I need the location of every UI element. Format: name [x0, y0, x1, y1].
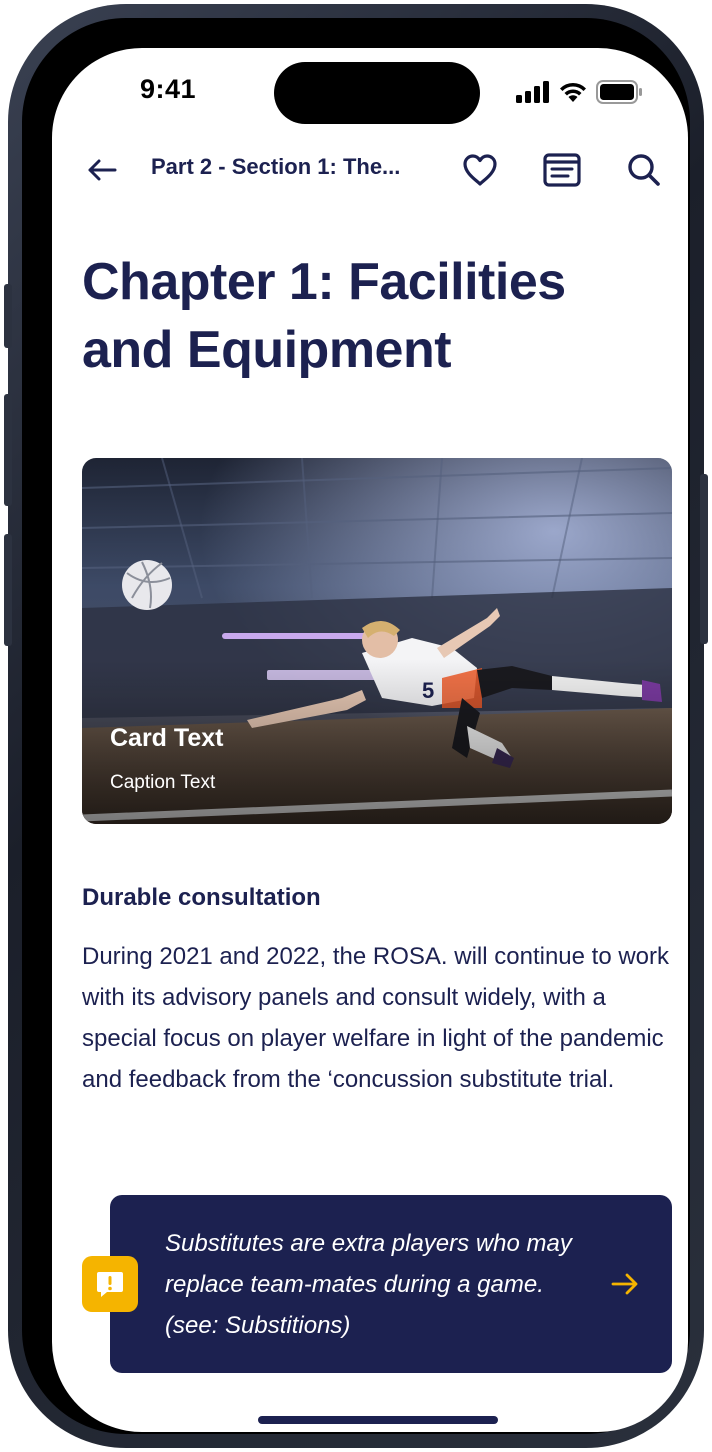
volleyball-photo: 5 [82, 458, 672, 824]
power-button [700, 474, 708, 644]
exclamation-bubble-icon [82, 1256, 138, 1312]
chapter-title-line2: and Equipment [82, 321, 452, 379]
card-title: Card Text [110, 724, 224, 752]
callout-text: Substitutes are extra players who may re… [165, 1230, 572, 1339]
arrow-left-icon[interactable] [84, 152, 120, 188]
cellular-signal-icon [516, 81, 549, 103]
card-caption: Caption Text [110, 772, 216, 793]
glossary-callout[interactable]: Substitutes are extra players who may re… [110, 1195, 672, 1373]
phone-frame: 9:41 Part 2 - Section 1: The... Chapter … [4, 4, 708, 1448]
wifi-icon [560, 82, 586, 102]
action-button [4, 284, 12, 348]
section-body: During 2021 and 2022, the ROSA. will con… [82, 943, 670, 1093]
section-heading: Durable consultation [82, 884, 321, 911]
heart-icon[interactable] [458, 148, 502, 192]
chapter-title: Chapter 1: Facilities and Equipment [82, 248, 642, 384]
top-nav-bar: Part 2 - Section 1: The... [52, 142, 688, 198]
status-icons [516, 80, 644, 104]
status-time: 9:41 [140, 74, 197, 104]
chapter-title-line1: Chapter 1: Facilities [82, 253, 566, 311]
volume-up-button [4, 394, 12, 506]
search-icon[interactable] [622, 148, 666, 192]
bezel: 9:41 Part 2 - Section 1: The... Chapter … [22, 18, 690, 1434]
media-card[interactable]: 5 Card Text Caption Text [82, 458, 672, 824]
nav-title: Part 2 - Section 1: The... [151, 154, 401, 179]
volume-down-button [4, 534, 12, 646]
arrow-right-icon[interactable] [610, 1269, 640, 1299]
screen: 9:41 Part 2 - Section 1: The... Chapter … [52, 48, 688, 1432]
dynamic-island [274, 62, 480, 124]
battery-icon [596, 80, 642, 104]
home-indicator[interactable] [258, 1416, 498, 1424]
list-icon[interactable] [540, 148, 584, 192]
